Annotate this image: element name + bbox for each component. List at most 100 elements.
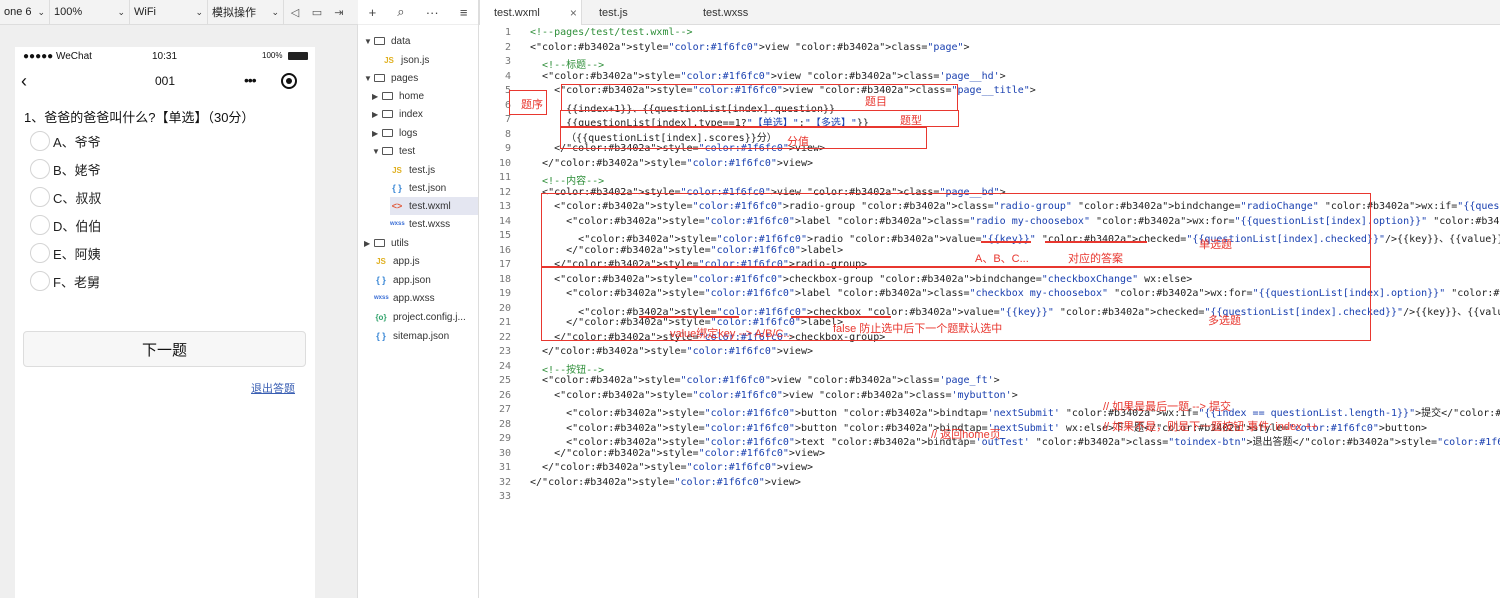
annotation-order: 题序: [521, 99, 543, 111]
chevron-down-icon: ⌄: [195, 6, 203, 17]
more-icon[interactable]: ···: [426, 5, 439, 20]
tree-file-app-json[interactable]: { } app.json: [374, 271, 431, 289]
add-file-icon[interactable]: +: [369, 5, 377, 20]
zoom-select[interactable]: 100% ⌄: [50, 0, 130, 25]
more-icon[interactable]: •••: [244, 72, 257, 88]
close-icon[interactable]: ×: [570, 6, 577, 20]
code-line[interactable]: <"color:#b3402a">style="color:#1f6fc0">v…: [530, 375, 1000, 386]
code-line[interactable]: <!--内容-->: [530, 172, 604, 187]
radio-circle[interactable]: [30, 215, 50, 235]
network-select[interactable]: WiFi ⌄: [130, 0, 208, 25]
line-number: 23: [498, 346, 511, 357]
tree-file-app-wxss[interactable]: wxss app.wxss: [374, 289, 435, 307]
tree-file-app-js[interactable]: JS app.js: [374, 252, 420, 270]
next-question-button[interactable]: 下一题: [23, 331, 306, 367]
code-line[interactable]: <"color:#b3402a">style="color:#1f6fc0">b…: [530, 404, 1500, 419]
collapse-icon[interactable]: ≡: [460, 5, 468, 20]
code-line[interactable]: <!--标题-->: [530, 56, 604, 71]
volume-icon[interactable]: ◁: [284, 0, 306, 25]
tree-file-project-config[interactable]: {o} project.config.j...: [374, 308, 465, 326]
annotation-box-title: [561, 84, 958, 111]
option-a[interactable]: A、爷爷: [30, 130, 101, 152]
tree-folder-pages[interactable]: ▼ pages: [364, 69, 418, 87]
code-line[interactable]: <!--按钮-->: [530, 361, 604, 376]
folder-icon: [382, 129, 393, 137]
code-line[interactable]: </"color:#b3402a">style="color:#1f6fc0">…: [530, 477, 801, 488]
annotation-underline: [981, 241, 1031, 243]
option-label: F、老舅: [53, 274, 100, 290]
tab-label: test.wxss: [703, 6, 749, 19]
tree-item-label: test: [399, 145, 416, 157]
tree-item-label: json.js: [401, 54, 430, 66]
tab-test-js[interactable]: test.js: [599, 0, 689, 25]
line-number: 30: [498, 447, 511, 459]
tab-label: test.js: [599, 6, 628, 19]
option-e[interactable]: E、阿姨: [30, 242, 101, 264]
folder-icon: [374, 239, 385, 247]
tree-folder-index[interactable]: ▶ index: [372, 105, 423, 123]
tab-label: test.wxml: [494, 6, 540, 19]
tree-folder-utils[interactable]: ▶ utils: [364, 234, 409, 252]
code-line[interactable]: <"color:#b3402a">style="color:#1f6fc0">v…: [530, 42, 970, 53]
option-label: A、爷爷: [53, 134, 101, 150]
device-select[interactable]: one 6 ⌄: [0, 0, 50, 25]
radio-circle[interactable]: [30, 131, 50, 151]
option-c[interactable]: C、叔叔: [30, 186, 101, 208]
capsule-close-icon[interactable]: [281, 73, 297, 89]
window-icon[interactable]: ▭: [306, 0, 328, 25]
code-line[interactable]: <"color:#b3402a">style="color:#1f6fc0">t…: [530, 433, 1500, 448]
operation-select[interactable]: 模拟操作 ⌄: [208, 0, 284, 25]
tree-file-test-wxss[interactable]: wxss test.wxss: [390, 215, 450, 233]
tree-file-test-js[interactable]: JS test.js: [390, 161, 435, 179]
tree-folder-test[interactable]: ▼ test: [372, 142, 415, 160]
line-number: 28: [498, 418, 511, 430]
dock-icon[interactable]: ⇥: [328, 0, 350, 25]
back-icon[interactable]: ‹: [21, 71, 39, 91]
tab-test-wxml[interactable]: test.wxml ×: [479, 0, 582, 25]
tree-folder-home[interactable]: ▶ home: [372, 87, 424, 105]
phone-screen: ●●●●● WeChat 10:31 100% ‹ 001 ••• 1、爸爸的爸…: [15, 47, 315, 598]
tree-item-label: test.wxml: [409, 200, 451, 212]
code-line[interactable]: </"color:#b3402a">style="color:#1f6fc0">…: [530, 158, 813, 169]
code-line[interactable]: <"color:#b3402a">style="color:#1f6fc0">v…: [530, 71, 1006, 82]
option-label: C、叔叔: [53, 190, 102, 206]
operation-select-label: 模拟操作: [212, 7, 256, 19]
option-b[interactable]: B、姥爷: [30, 158, 101, 180]
option-d[interactable]: D、伯伯: [30, 214, 101, 236]
line-number: 15: [498, 230, 511, 241]
chevron-right-icon: ▶: [364, 238, 371, 248]
radio-circle[interactable]: [30, 159, 50, 179]
code-line[interactable]: <"color:#b3402a">style="color:#1f6fc0">v…: [530, 390, 1018, 401]
folder-open-icon: [374, 37, 385, 45]
tree-file-sitemap-json[interactable]: { } sitemap.json: [374, 327, 449, 345]
line-number: 29: [498, 433, 511, 444]
code-line[interactable]: </"color:#b3402a">style="color:#1f6fc0">…: [530, 346, 813, 357]
tree-folder-logs[interactable]: ▶ logs: [372, 124, 417, 142]
tree-file-test-json[interactable]: { } test.json: [390, 179, 446, 197]
line-number: 5: [504, 85, 511, 96]
tab-test-wxss[interactable]: test.wxss: [703, 0, 793, 25]
wxss-file-icon: wxss: [374, 295, 389, 301]
radio-circle[interactable]: [30, 187, 50, 207]
tree-item-label: sitemap.json: [393, 330, 450, 342]
editor-tabs: test.wxml × test.js test.wxss: [479, 0, 1500, 25]
annotation-type: 题型: [900, 115, 922, 127]
tree-file-json-js[interactable]: JS json.js: [382, 51, 429, 69]
line-number: 13: [498, 201, 511, 212]
quit-quiz-link[interactable]: 退出答题: [251, 380, 295, 396]
code-line[interactable]: </"color:#b3402a">style="color:#1f6fc0">…: [530, 462, 813, 473]
tree-file-test-wxml[interactable]: <> test.wxml: [390, 197, 478, 215]
tree-folder-data[interactable]: ▼ data: [364, 32, 410, 50]
code-line[interactable]: <!--pages/test/test.wxml-->: [530, 27, 693, 38]
devtools-window: one 6 ⌄ 100% ⌄ WiFi ⌄ 模拟操作 ⌄ ◁ ▭ ⇥ ●●●●● WeC…: [0, 0, 1500, 598]
option-f[interactable]: F、老舅: [30, 270, 100, 292]
file-explorer: + ⌕ ··· ≡ ▼ data JS json.js ▼ pages ▶ home ▶…: [358, 0, 479, 598]
line-number: 2: [504, 41, 511, 53]
annotation-abc: A、B、C...: [975, 253, 1029, 265]
radio-circle[interactable]: [30, 271, 50, 291]
battery-icon: [288, 52, 308, 60]
radio-circle[interactable]: [30, 243, 50, 263]
search-icon[interactable]: ⌕: [397, 4, 404, 20]
chevron-right-icon: ▶: [372, 109, 379, 119]
code-line[interactable]: </"color:#b3402a">style="color:#1f6fc0">…: [530, 448, 825, 459]
